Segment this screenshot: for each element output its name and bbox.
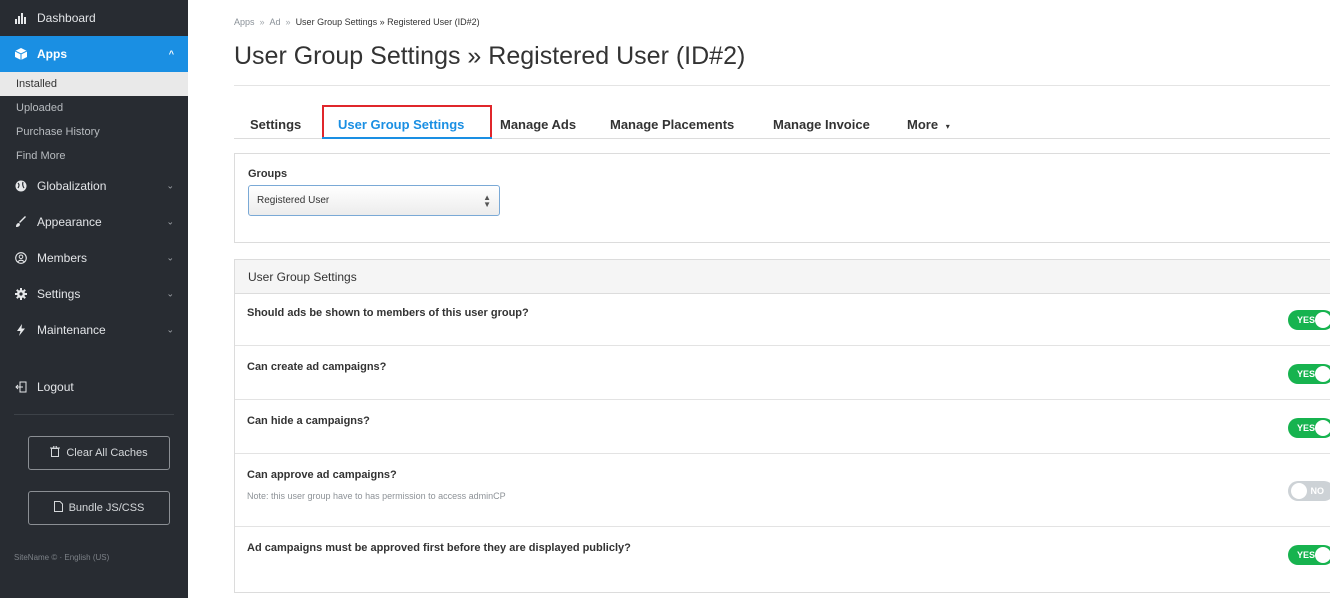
cube-icon	[14, 47, 28, 61]
tab-more[interactable]: More ▾	[907, 117, 950, 132]
select-arrows-icon: ▲ ▼	[483, 192, 491, 209]
chevron-up-icon: ^	[168, 49, 174, 59]
toggle-switch[interactable]: YES	[1288, 364, 1330, 384]
globe-icon	[14, 179, 28, 193]
sidebar-subitem-installed[interactable]: Installed	[0, 72, 188, 96]
tab-manage-invoice[interactable]: Manage Invoice	[773, 117, 870, 132]
panel-title: User Group Settings	[235, 260, 1330, 294]
toggle-state-text: YES	[1297, 369, 1316, 379]
clear-all-caches-button[interactable]: Clear All Caches	[28, 436, 170, 470]
sidebar-item-label: Globalization	[37, 179, 107, 193]
sidebar-item-label: Dashboard	[37, 11, 96, 25]
setting-row: Ad campaigns must be approved first befo…	[235, 527, 1330, 593]
setting-note: Note: this user group have to has permis…	[247, 491, 506, 501]
sidebar-item-label: Members	[37, 251, 88, 265]
chevron-down-icon: ⌄	[166, 288, 174, 299]
breadcrumb-apps[interactable]: Apps	[234, 17, 255, 27]
toggle-switch[interactable]: YES	[1288, 310, 1330, 330]
user-circle-icon	[14, 251, 28, 265]
setting-label: Should ads be shown to members of this u…	[247, 307, 529, 319]
toggle-state-text: YES	[1297, 550, 1316, 560]
site-footer-text: SiteName © · English (US)	[14, 553, 110, 562]
toggle-knob	[1315, 366, 1330, 382]
clear-all-caches-label: Clear All Caches	[66, 447, 148, 459]
caret-down-icon: ▾	[945, 122, 950, 131]
toggle-knob	[1315, 312, 1330, 328]
toggle-knob	[1291, 483, 1307, 499]
sidebar-subitem-uploaded[interactable]: Uploaded	[0, 96, 188, 120]
tab-more-label: More	[907, 117, 939, 132]
sidebar-item-globalization[interactable]: Globalization ⌄	[0, 168, 188, 204]
sidebar-subitem-find-more[interactable]: Find More	[0, 144, 188, 168]
breadcrumb-separator: »	[259, 17, 265, 27]
page-title: User Group Settings » Registered User (I…	[234, 42, 746, 70]
sidebar-divider	[14, 414, 174, 415]
tab-user-group-settings[interactable]: User Group Settings	[338, 117, 464, 132]
sidebar-item-members[interactable]: Members ⌄	[0, 240, 188, 276]
sidebar-item-logout[interactable]: Logout	[0, 369, 188, 405]
tab-manage-ads[interactable]: Manage Ads	[500, 117, 576, 132]
breadcrumb-separator: »	[285, 17, 291, 27]
sidebar-subitem-purchase-history[interactable]: Purchase History	[0, 120, 188, 144]
user-group-settings-panel: User Group Settings Should ads be shown …	[234, 259, 1330, 593]
setting-label: Ad campaigns must be approved first befo…	[247, 542, 631, 554]
setting-row: Can create ad campaigns? YES	[235, 346, 1330, 400]
sidebar-item-apps[interactable]: Apps ^	[0, 36, 188, 72]
bolt-icon	[14, 323, 28, 337]
setting-label: Can create ad campaigns?	[247, 361, 387, 373]
sidebar-item-label: Appearance	[37, 215, 102, 229]
breadcrumb-ad[interactable]: Ad	[270, 17, 281, 27]
setting-row: Should ads be shown to members of this u…	[235, 294, 1330, 346]
file-icon	[53, 501, 63, 515]
tab-active-indicator	[322, 137, 492, 139]
groups-panel: Groups Registered User ▲ ▼	[234, 153, 1330, 243]
chevron-down-icon: ⌄	[166, 216, 174, 227]
toggle-switch[interactable]: YES	[1288, 418, 1330, 438]
groups-label: Groups	[248, 168, 288, 180]
setting-label: Can hide a campaigns?	[247, 415, 370, 427]
groups-select-value: Registered User	[257, 195, 330, 206]
toggle-state-text: YES	[1297, 315, 1316, 325]
sidebar-item-settings[interactable]: Settings ⌄	[0, 276, 188, 312]
bundle-js-css-button[interactable]: Bundle JS/CSS	[28, 491, 170, 525]
toggle-switch[interactable]: YES	[1288, 545, 1330, 565]
setting-label: Can approve ad campaigns?	[247, 469, 397, 481]
paint-brush-icon	[14, 215, 28, 229]
sidebar-item-appearance[interactable]: Appearance ⌄	[0, 204, 188, 240]
title-divider	[234, 85, 1330, 86]
trash-icon	[50, 445, 61, 460]
sidebar-item-label: Settings	[37, 287, 81, 301]
logout-icon	[14, 380, 28, 394]
toggle-state-text: YES	[1297, 423, 1316, 433]
sidebar-item-label: Logout	[37, 380, 74, 394]
gear-icon	[14, 287, 28, 301]
bar-chart-icon	[14, 11, 28, 25]
chevron-down-icon: ⌄	[166, 252, 174, 263]
bundle-js-css-label: Bundle JS/CSS	[68, 502, 145, 514]
setting-row: Can approve ad campaigns? Note: this use…	[235, 454, 1330, 527]
toggle-knob	[1315, 547, 1330, 563]
chevron-down-icon: ⌄	[166, 180, 174, 191]
breadcrumb-current: User Group Settings » Registered User (I…	[295, 17, 480, 27]
sidebar-item-maintenance[interactable]: Maintenance ⌄	[0, 312, 188, 348]
toggle-switch[interactable]: NO	[1288, 481, 1330, 501]
breadcrumb: Apps » Ad » User Group Settings » Regist…	[234, 17, 480, 27]
sidebar-item-label: Maintenance	[37, 323, 106, 337]
tab-bar: Settings User Group Settings Manage Ads …	[234, 105, 1330, 139]
tab-manage-placements[interactable]: Manage Placements	[610, 117, 734, 132]
sidebar-item-dashboard[interactable]: Dashboard	[0, 0, 188, 36]
setting-row: Can hide a campaigns? YES	[235, 400, 1330, 454]
toggle-knob	[1315, 420, 1330, 436]
groups-select[interactable]: Registered User ▲ ▼	[248, 185, 500, 216]
sidebar: Dashboard Apps ^ Installed Uploaded Purc…	[0, 0, 188, 598]
sidebar-item-label: Apps	[37, 47, 67, 61]
toggle-state-text: NO	[1310, 486, 1325, 496]
chevron-down-icon: ⌄	[166, 324, 174, 335]
tab-settings[interactable]: Settings	[250, 117, 301, 132]
